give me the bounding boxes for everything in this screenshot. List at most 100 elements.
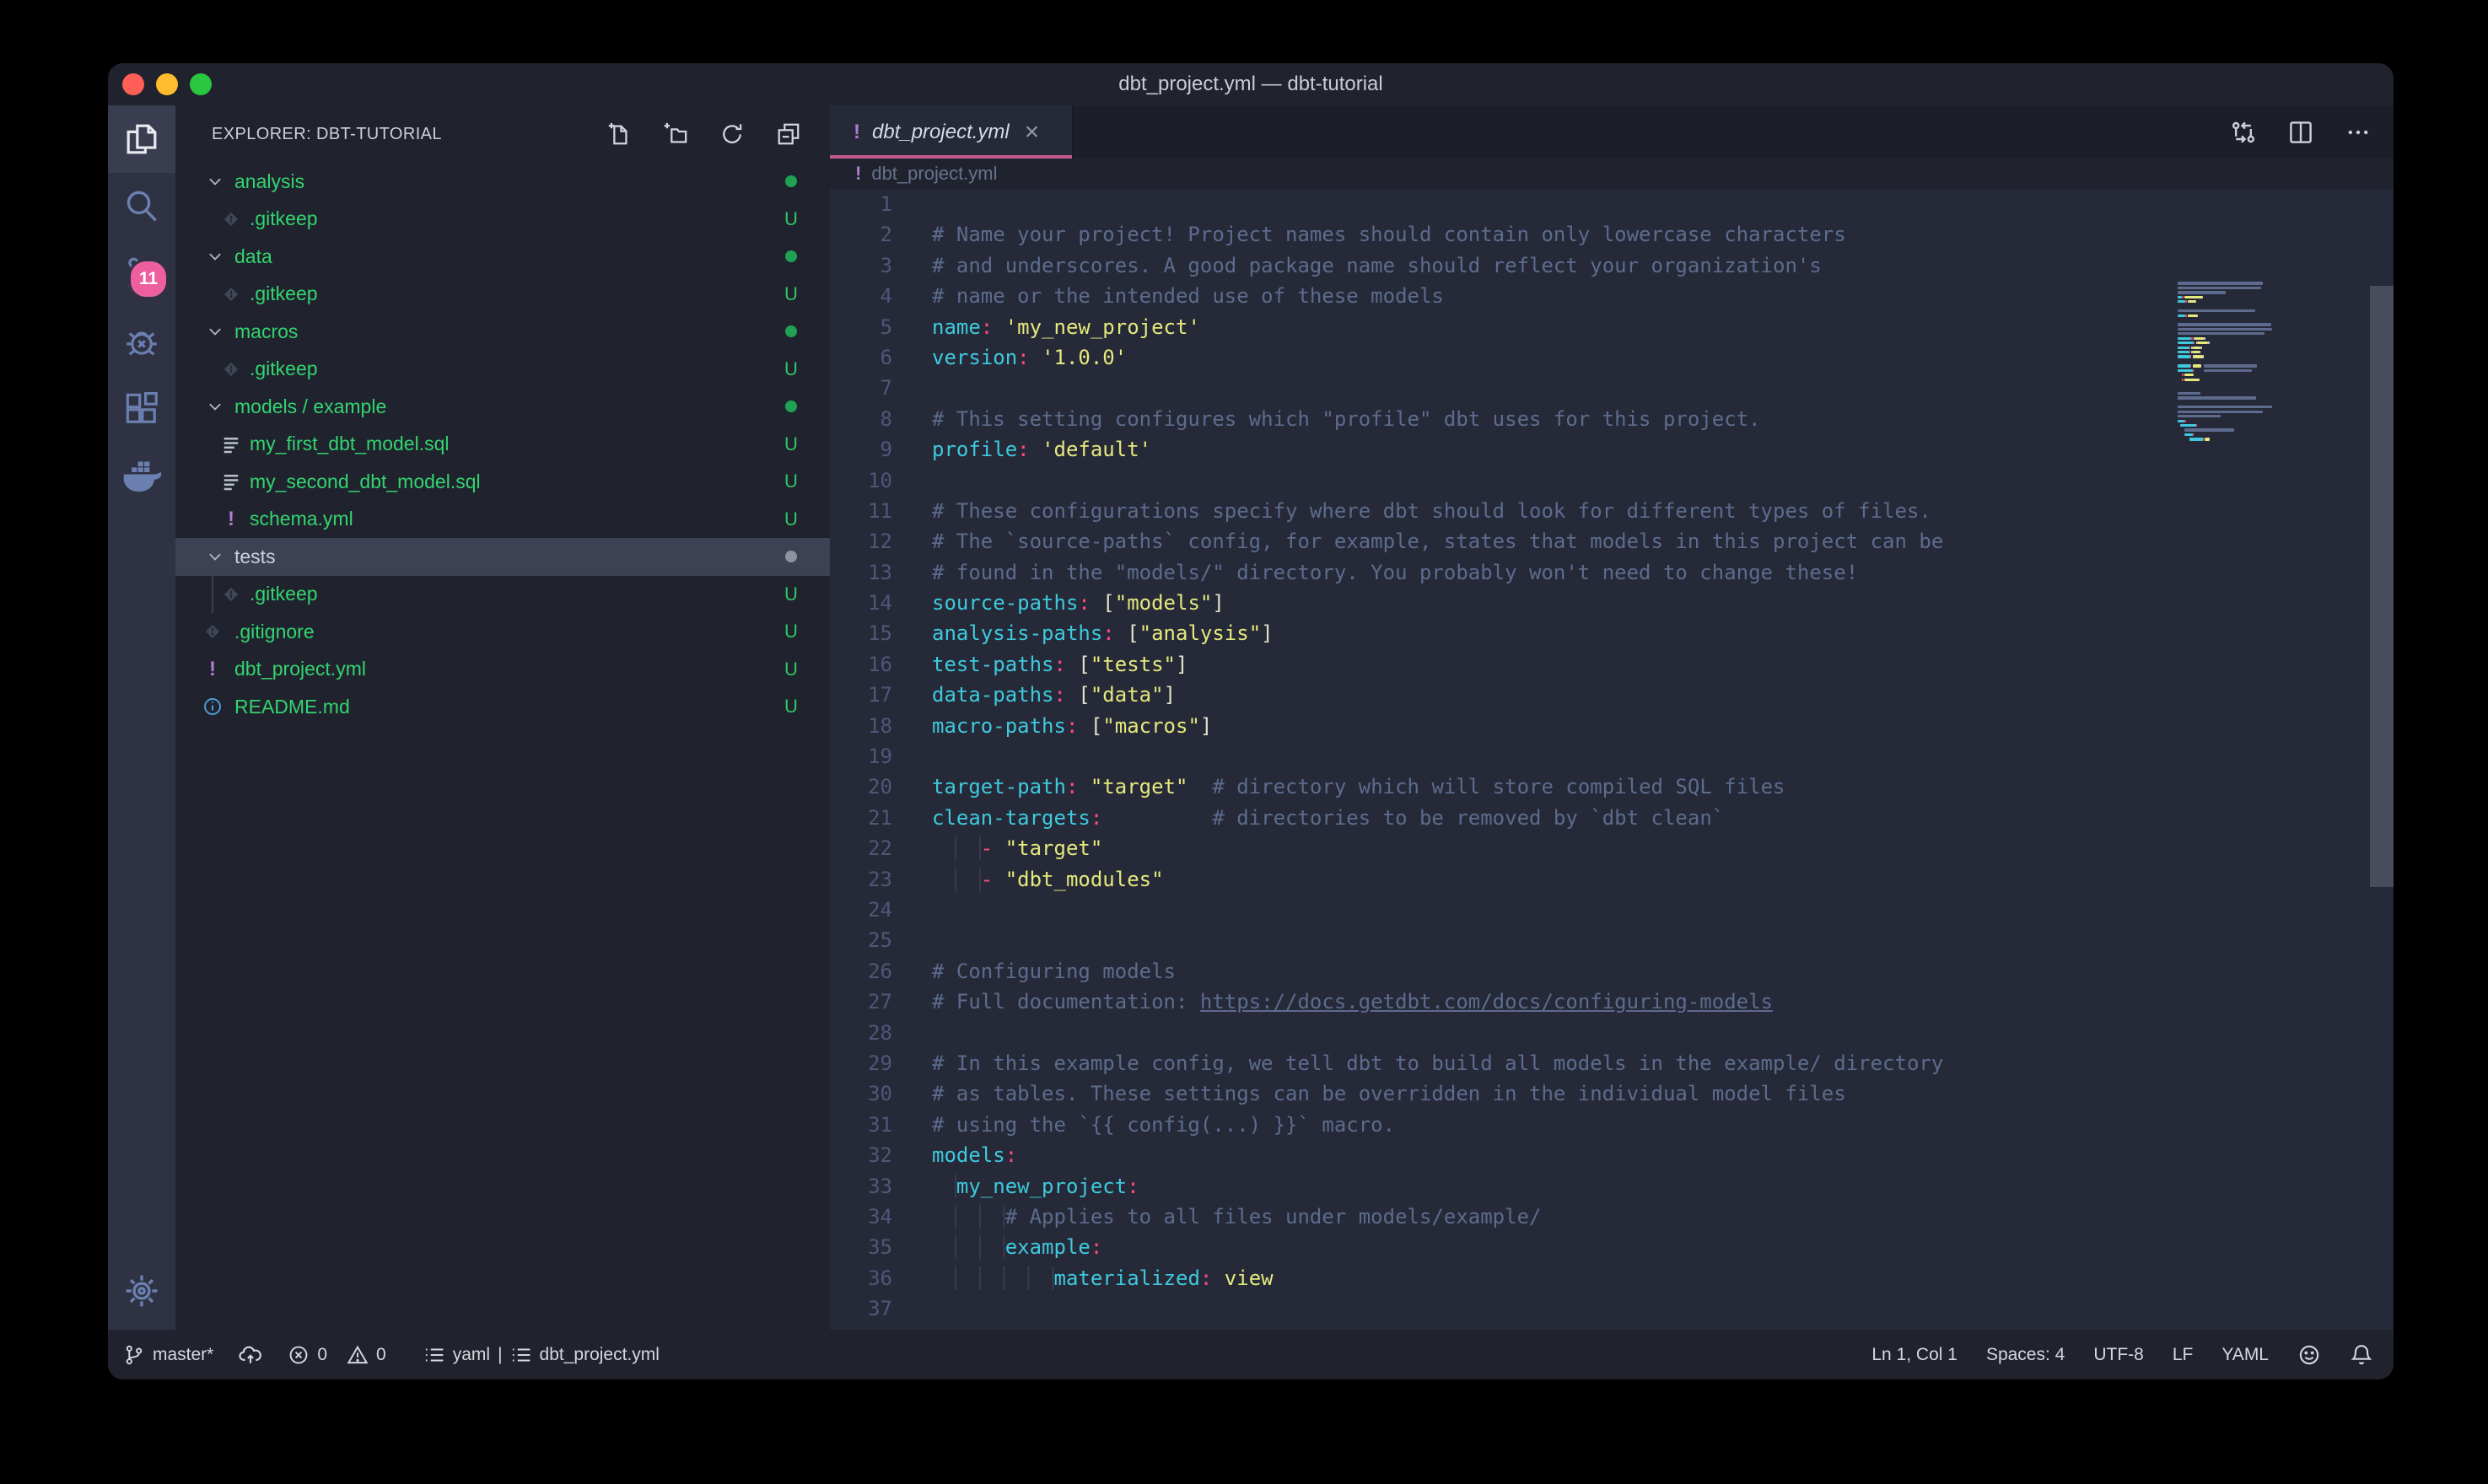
activity-extensions-icon[interactable] xyxy=(108,375,175,443)
code-line-29[interactable]: 29# In this example config, we tell dbt … xyxy=(830,1048,2394,1078)
code-line-36[interactable]: 36 materialized: view xyxy=(830,1263,2394,1293)
cursor-position[interactable]: Ln 1, Col 1 xyxy=(1871,1345,1958,1365)
linter-status[interactable]: yaml | dbt_project.yml xyxy=(423,1344,660,1366)
code-line-13[interactable]: 13# found in the "models/" directory. Yo… xyxy=(830,557,2394,588)
code-line-33[interactable]: 33 my_new_project: xyxy=(830,1171,2394,1202)
tree-folder-analysis[interactable]: analysis xyxy=(175,163,830,201)
branch-indicator[interactable]: master* xyxy=(123,1344,213,1366)
code-line-37[interactable]: 37 xyxy=(830,1293,2394,1324)
tree-file--gitignore[interactable]: .gitignoreU xyxy=(175,613,830,651)
code-line-2[interactable]: 2# Name your project! Project names shou… xyxy=(830,219,2394,250)
notifications-bell-icon[interactable] xyxy=(2350,1343,2373,1367)
minimize-window-button[interactable] xyxy=(156,73,178,95)
traffic-lights xyxy=(122,73,212,95)
activity-debug-icon[interactable] xyxy=(108,308,175,375)
chevron-down-icon[interactable] xyxy=(206,322,224,341)
chevron-down-icon[interactable] xyxy=(206,247,224,266)
tree-file--gitkeep[interactable]: .gitkeepU xyxy=(175,576,830,614)
code-line-34[interactable]: 34 # Applies to all files under models/e… xyxy=(830,1202,2394,1232)
sync-button[interactable] xyxy=(239,1343,262,1367)
code-line-14[interactable]: 14source-paths: ["models"] xyxy=(830,588,2394,618)
tree-file-readme-md[interactable]: README.mdU xyxy=(175,688,830,726)
chevron-down-icon[interactable] xyxy=(206,397,224,416)
activity-search-icon[interactable] xyxy=(108,173,175,240)
tab-label: dbt_project.yml xyxy=(872,121,1010,144)
eol[interactable]: LF xyxy=(2173,1345,2194,1365)
code-line-32[interactable]: 32models: xyxy=(830,1140,2394,1170)
activity-source-control-icon[interactable]: 11 xyxy=(108,240,175,308)
tab-dbt-project-yml[interactable]: ! dbt_project.yml × xyxy=(830,105,1073,159)
problems-indicator[interactable]: 0 0 xyxy=(288,1344,385,1366)
chevron-down-icon[interactable] xyxy=(206,547,224,566)
code-line-9[interactable]: 9profile: 'default' xyxy=(830,434,2394,465)
code-line-4[interactable]: 4# name or the intended use of these mod… xyxy=(830,281,2394,311)
code-line-16[interactable]: 16test-paths: ["tests"] xyxy=(830,649,2394,680)
code-line-28[interactable]: 28 xyxy=(830,1018,2394,1048)
new-folder-icon[interactable] xyxy=(663,121,688,147)
close-window-button[interactable] xyxy=(122,73,144,95)
tree-folder-models-example[interactable]: models / example xyxy=(175,388,830,426)
close-tab-icon[interactable]: × xyxy=(1025,120,1040,145)
code-line-1[interactable]: 1 xyxy=(830,189,2394,219)
zoom-window-button[interactable] xyxy=(190,73,212,95)
tree-file-my-first-dbt-model-sql[interactable]: my_first_dbt_model.sqlU xyxy=(175,426,830,464)
code-area[interactable]: 12# Name your project! Project names sho… xyxy=(830,189,2394,1330)
code-line-21[interactable]: 21clean-targets: # directories to be rem… xyxy=(830,803,2394,833)
tree-folder-macros[interactable]: macros xyxy=(175,313,830,351)
split-editor-icon[interactable] xyxy=(2287,119,2314,146)
refresh-icon[interactable] xyxy=(719,121,745,147)
collapse-all-icon[interactable] xyxy=(776,121,801,147)
code-line-5[interactable]: 5name: 'my_new_project' xyxy=(830,312,2394,342)
code-line-6[interactable]: 6version: '1.0.0' xyxy=(830,342,2394,373)
scrollbar-thumb[interactable] xyxy=(2370,286,2394,887)
language-mode[interactable]: YAML xyxy=(2221,1345,2269,1365)
code-line-26[interactable]: 26# Configuring models xyxy=(830,956,2394,987)
breadcrumb[interactable]: ! dbt_project.yml xyxy=(830,159,2394,189)
code-line-12[interactable]: 12# The `source-paths` config, for examp… xyxy=(830,526,2394,556)
title-bar[interactable]: dbt_project.yml — dbt-tutorial xyxy=(108,63,2394,105)
code-line-25[interactable]: 25 xyxy=(830,925,2394,955)
tab-bar: ! dbt_project.yml × xyxy=(830,105,2394,159)
code-line-35[interactable]: 35 example: xyxy=(830,1232,2394,1262)
feedback-smiley-icon[interactable] xyxy=(2297,1343,2321,1367)
code-line-31[interactable]: 31# using the `{{ config(...) }}` macro. xyxy=(830,1110,2394,1140)
breadcrumb-file[interactable]: dbt_project.yml xyxy=(871,163,997,185)
open-changes-icon[interactable] xyxy=(2230,119,2257,146)
more-actions-icon[interactable] xyxy=(2345,119,2372,146)
code-line-20[interactable]: 20target-path: "target" # directory whic… xyxy=(830,772,2394,802)
line-number: 4 xyxy=(830,281,892,311)
tree-file-my-second-dbt-model-sql[interactable]: my_second_dbt_model.sqlU xyxy=(175,463,830,501)
code-line-10[interactable]: 10 xyxy=(830,465,2394,496)
code-line-19[interactable]: 19 xyxy=(830,741,2394,772)
code-line-24[interactable]: 24 xyxy=(830,895,2394,925)
code-line-7[interactable]: 7 xyxy=(830,373,2394,403)
activity-docker-icon[interactable] xyxy=(108,443,175,510)
tree-file--gitkeep[interactable]: .gitkeepU xyxy=(175,351,830,389)
code-line-18[interactable]: 18macro-paths: ["macros"] xyxy=(830,711,2394,741)
code-line-15[interactable]: 15analysis-paths: ["analysis"] xyxy=(830,618,2394,648)
tree-file--gitkeep[interactable]: .gitkeepU xyxy=(175,276,830,314)
encoding[interactable]: UTF-8 xyxy=(2093,1345,2144,1365)
code-line-11[interactable]: 11# These configurations specify where d… xyxy=(830,496,2394,526)
code-line-30[interactable]: 30# as tables. These settings can be ove… xyxy=(830,1078,2394,1109)
code-line-27[interactable]: 27# Full documentation: https://docs.get… xyxy=(830,987,2394,1017)
tree-folder-tests[interactable]: tests xyxy=(175,538,830,576)
manage-gear-icon[interactable] xyxy=(108,1252,175,1330)
tree-folder-data[interactable]: data xyxy=(175,238,830,276)
info-file-icon xyxy=(202,696,223,718)
tree-file-dbt-project-yml[interactable]: !dbt_project.ymlU xyxy=(175,651,830,689)
code-line-8[interactable]: 8# This setting configures which "profil… xyxy=(830,404,2394,434)
tree-file--gitkeep[interactable]: .gitkeepU xyxy=(175,201,830,239)
code-line-22[interactable]: 22 - "target" xyxy=(830,833,2394,863)
code-line-23[interactable]: 23 - "dbt_modules" xyxy=(830,864,2394,895)
tree-item-label: dbt_project.yml xyxy=(234,658,366,680)
code-line-17[interactable]: 17data-paths: ["data"] xyxy=(830,680,2394,710)
code-line-3[interactable]: 3# and underscores. A good package name … xyxy=(830,250,2394,281)
minimap[interactable] xyxy=(2178,277,2363,446)
new-file-icon[interactable] xyxy=(606,121,632,147)
tree-file-schema-yml[interactable]: !schema.ymlU xyxy=(175,501,830,539)
vscode-window: dbt_project.yml — dbt-tutorial 11 EXPLOR… xyxy=(108,63,2394,1379)
chevron-down-icon[interactable] xyxy=(206,172,224,191)
indentation[interactable]: Spaces: 4 xyxy=(1986,1345,2065,1365)
activity-files-icon[interactable] xyxy=(108,105,175,173)
